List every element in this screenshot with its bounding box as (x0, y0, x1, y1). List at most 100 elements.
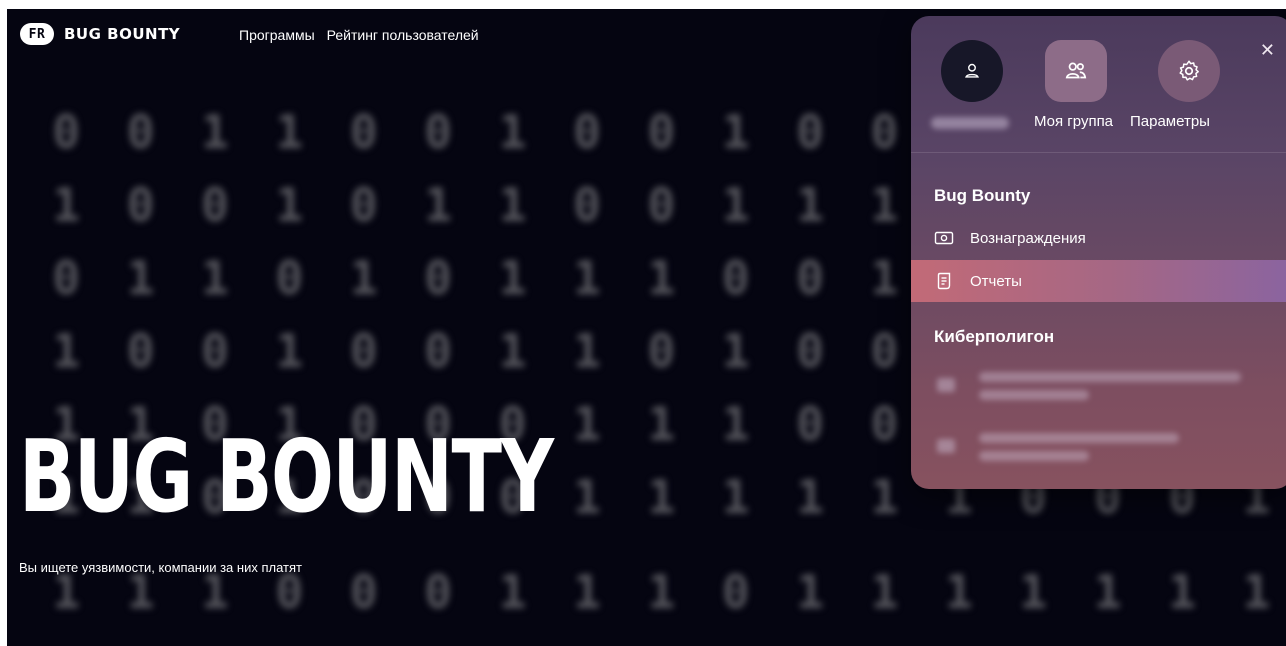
gear-icon (1179, 60, 1199, 81)
binary-digit: 0 (349, 324, 378, 378)
binary-digit: 0 (424, 324, 452, 378)
logo-mark-icon: FR (20, 23, 54, 45)
main-nav: Программы Рейтинг пользователей (239, 27, 479, 43)
settings-button[interactable] (1158, 40, 1220, 102)
binary-digit: 0 (349, 105, 378, 159)
binary-digit: 0 (424, 105, 452, 159)
menu-item-reports[interactable]: Отчеты (911, 260, 1286, 302)
binary-digit: 1 (573, 470, 601, 524)
binary-digit: 1 (796, 178, 824, 232)
nav-rating-link[interactable]: Рейтинг пользователей (327, 27, 479, 43)
blurred-icon (937, 439, 955, 453)
nav-programs-link[interactable]: Программы (239, 27, 315, 43)
binary-digit: 1 (647, 565, 676, 619)
menu-item-rewards[interactable]: Вознаграждения (911, 217, 1286, 259)
binary-digit: 0 (349, 178, 378, 232)
binary-digit: 1 (647, 397, 676, 451)
binary-digit: 0 (573, 178, 601, 232)
hero-title: BUG BOUNTY (19, 418, 554, 535)
binary-digit: 0 (275, 565, 304, 619)
binary-digit: 1 (201, 105, 229, 159)
binary-digit: 1 (647, 251, 676, 305)
binary-digit: 0 (126, 324, 155, 378)
logo[interactable]: FR BUG BOUNTY (20, 23, 180, 45)
page: 0011001001001001011001110110101110011001… (7, 9, 1286, 646)
binary-digit: 1 (52, 324, 81, 378)
section-title-bug-bounty: Bug Bounty (934, 186, 1031, 205)
binary-digit: 0 (126, 178, 155, 232)
binary-digit: 1 (721, 178, 750, 232)
binary-digit: 1 (424, 178, 452, 232)
binary-digit: 1 (1168, 565, 1196, 619)
binary-digit: 1 (498, 178, 527, 232)
binary-digit: 1 (573, 324, 601, 378)
binary-digit: 0 (721, 565, 750, 619)
menu-divider (911, 152, 1286, 153)
section-title-cyberpolygon: Киберполигон (934, 327, 1055, 346)
binary-digit: 1 (573, 565, 601, 619)
profile-button[interactable] (941, 40, 1003, 102)
money-icon (934, 228, 954, 248)
binary-digit: 1 (796, 470, 824, 524)
binary-digit: 0 (201, 324, 229, 378)
binary-digit: 0 (796, 324, 824, 378)
menu-top-actions: Моя группа Параметры (911, 16, 1286, 152)
binary-row: 100101100111 (29, 182, 922, 228)
group-icon (1065, 62, 1087, 79)
menu-item-label: Отчеты (970, 272, 1022, 290)
my-group-button[interactable] (1045, 40, 1107, 102)
binary-row: 100100110100 (29, 328, 922, 374)
binary-digit: 1 (349, 251, 378, 305)
binary-row: 011010111001 (29, 255, 922, 301)
binary-digit: 1 (870, 565, 899, 619)
binary-digit: 1 (1242, 565, 1271, 619)
binary-digit: 1 (52, 178, 81, 232)
binary-digit: 1 (201, 251, 229, 305)
binary-digit: 0 (126, 105, 155, 159)
binary-row: 111000111011111111 (29, 569, 1286, 615)
blurred-icon (937, 378, 955, 392)
binary-digit: 1 (573, 397, 601, 451)
binary-digit: 0 (647, 324, 676, 378)
binary-digit: 0 (201, 178, 229, 232)
binary-digit: 1 (275, 105, 304, 159)
logo-text: BUG BOUNTY (64, 25, 181, 43)
binary-digit: 0 (721, 251, 750, 305)
profile-label-blurred (931, 117, 1009, 129)
binary-digit: 0 (573, 105, 601, 159)
binary-digit: 1 (498, 251, 527, 305)
user-menu-popup: ✕ Моя группа Параметры Bug Bounty Вознаг… (911, 16, 1286, 489)
binary-digit: 1 (201, 565, 229, 619)
binary-digit: 0 (275, 251, 304, 305)
binary-digit: 1 (1093, 565, 1122, 619)
binary-digit: 1 (721, 105, 750, 159)
binary-digit: 0 (424, 565, 452, 619)
binary-digit: 1 (573, 251, 601, 305)
binary-digit: 1 (52, 565, 81, 619)
binary-digit: 0 (796, 105, 824, 159)
binary-digit: 0 (52, 105, 81, 159)
binary-digit: 1 (126, 565, 155, 619)
binary-digit: 1 (498, 105, 527, 159)
binary-digit: 1 (721, 470, 750, 524)
menu-item-blurred[interactable] (933, 429, 1253, 473)
binary-digit: 0 (52, 251, 81, 305)
binary-row: 001100100100 (29, 109, 922, 155)
binary-digit: 1 (647, 470, 676, 524)
settings-label[interactable]: Параметры (1130, 113, 1210, 130)
binary-digit: 0 (796, 251, 824, 305)
binary-digit: 1 (275, 324, 304, 378)
menu-item-blurred[interactable] (933, 368, 1253, 412)
binary-digit: 1 (126, 251, 155, 305)
my-group-label[interactable]: Моя группа (1034, 113, 1113, 130)
user-icon (965, 63, 979, 78)
binary-digit: 1 (796, 565, 824, 619)
binary-digit: 0 (647, 105, 676, 159)
document-icon (934, 271, 954, 291)
binary-digit: 0 (349, 565, 378, 619)
binary-digit: 0 (647, 178, 676, 232)
binary-digit: 1 (945, 565, 973, 619)
menu-item-label: Вознаграждения (970, 229, 1086, 247)
binary-digit: 1 (870, 470, 899, 524)
binary-digit: 1 (721, 397, 750, 451)
